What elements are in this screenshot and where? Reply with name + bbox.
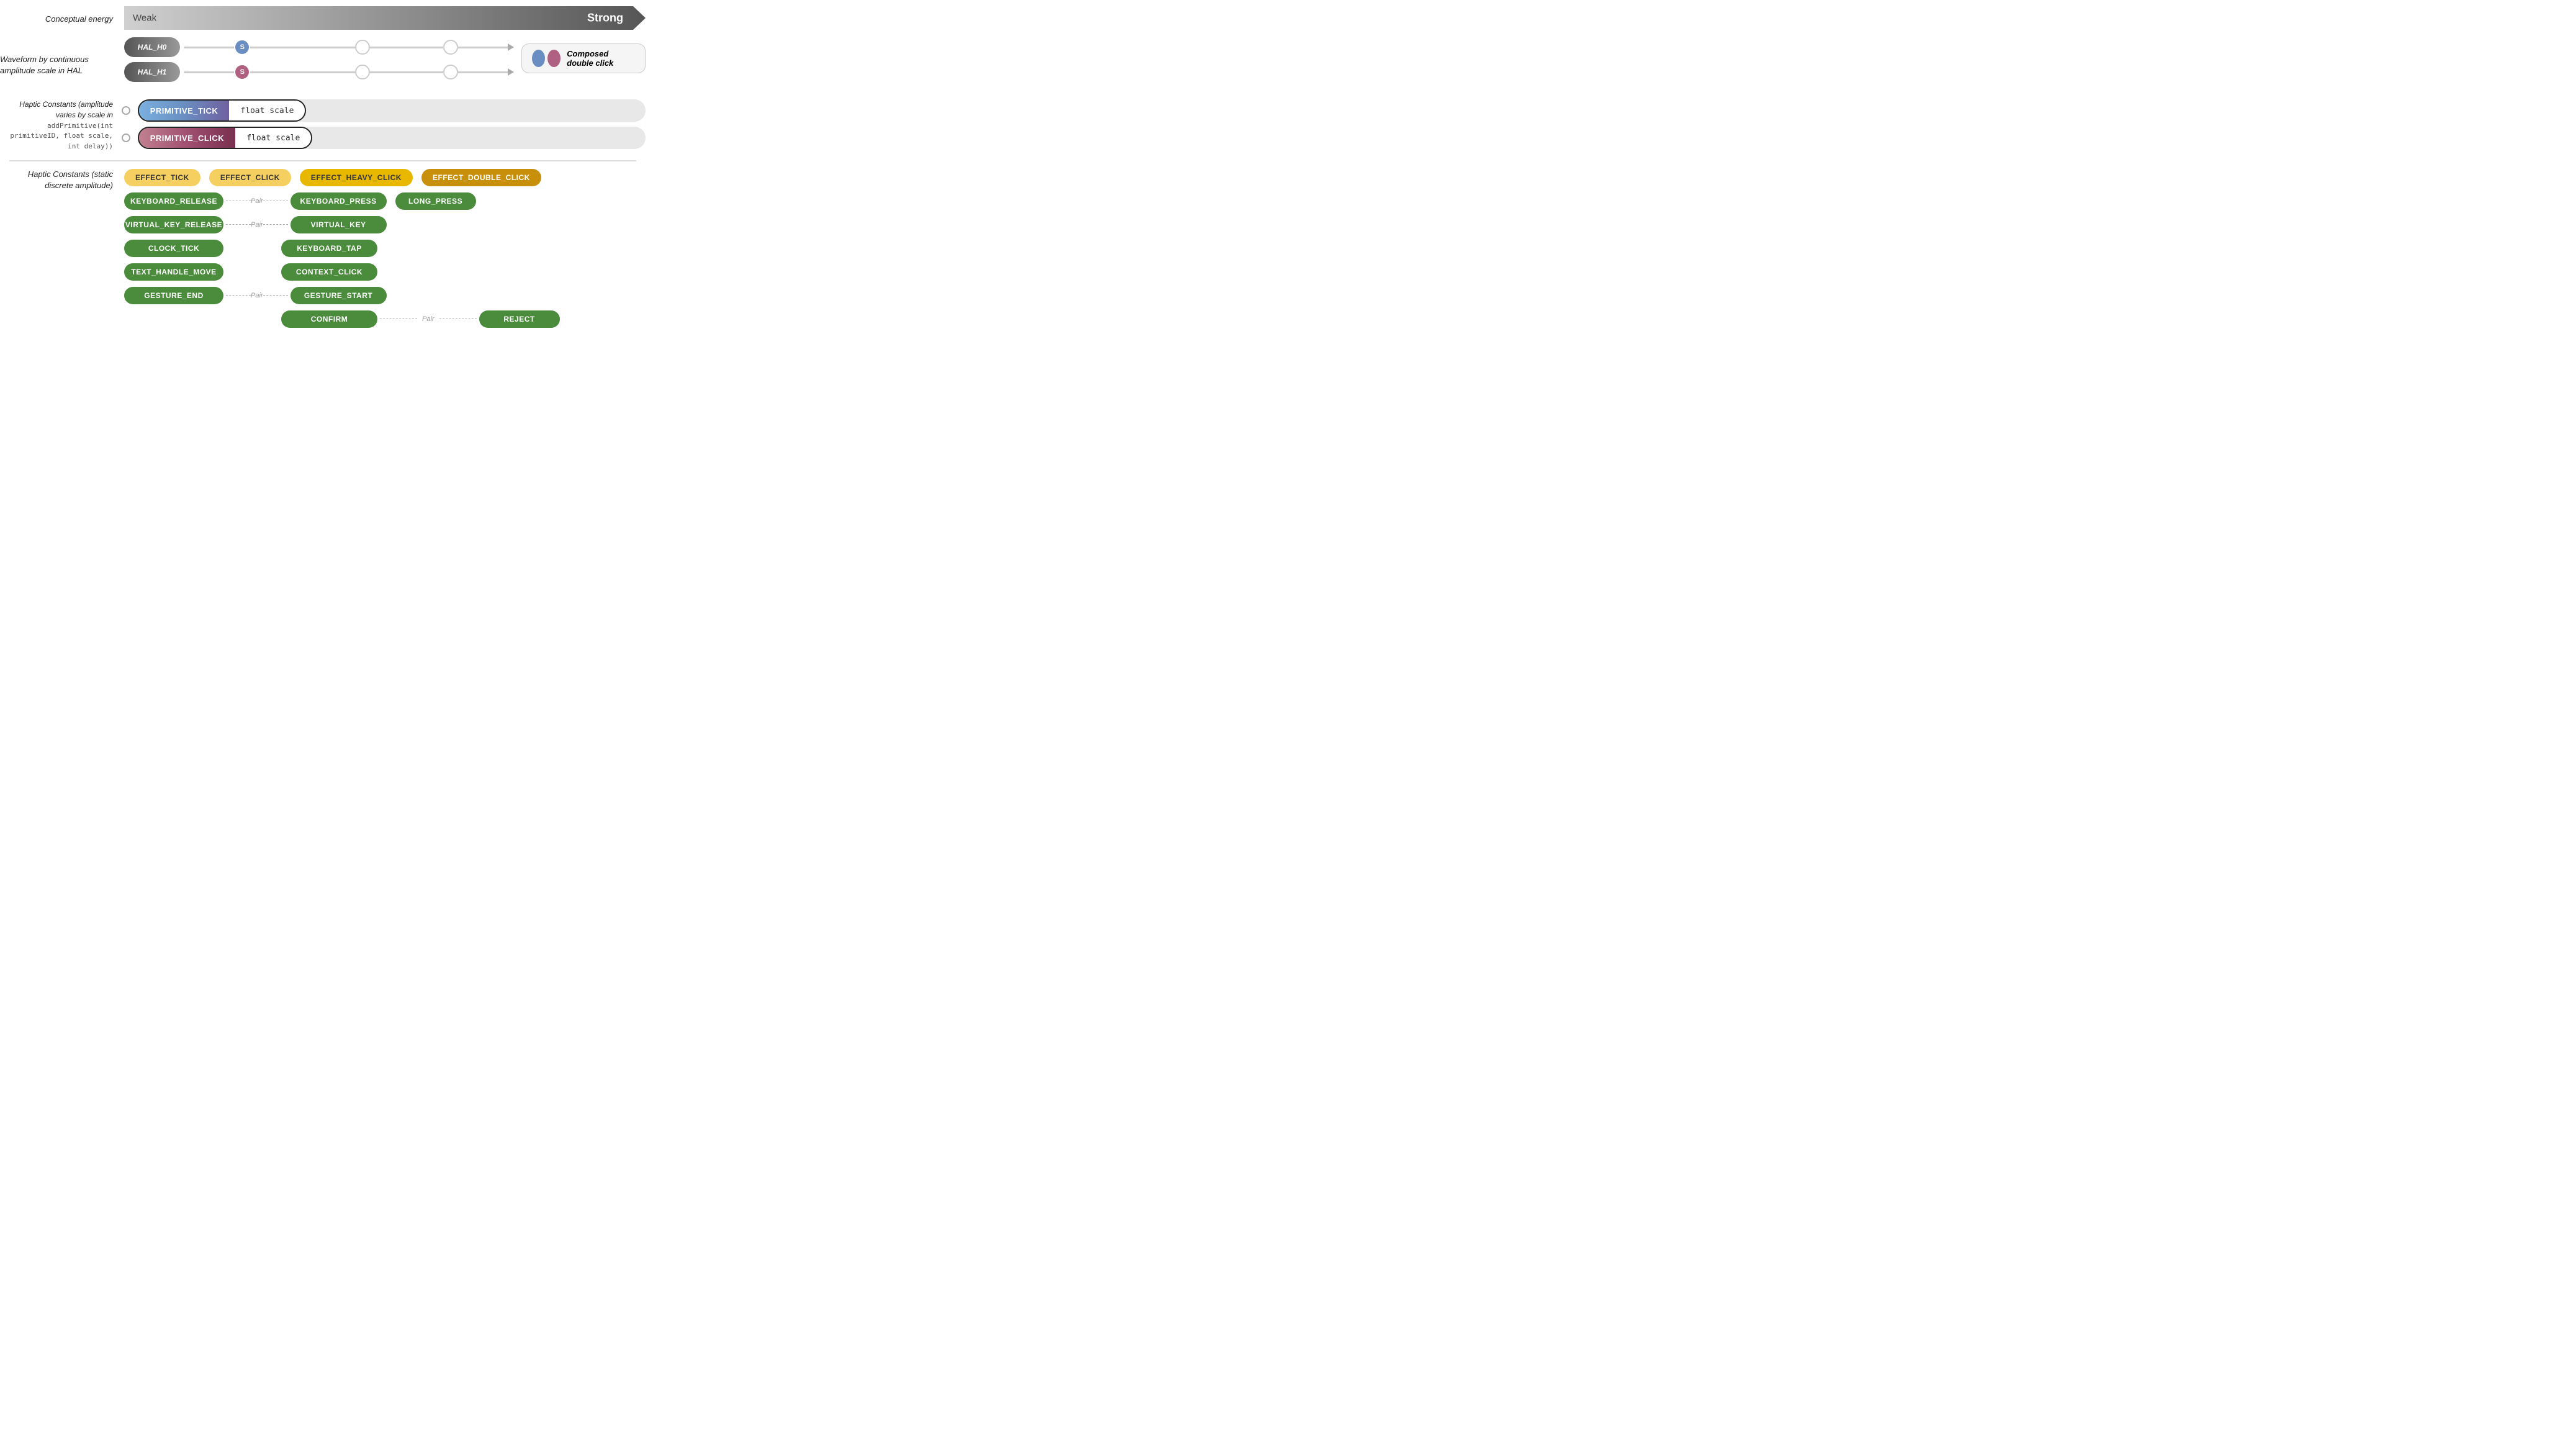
pair4-text: Pair xyxy=(422,315,435,323)
gesture-end-pill[interactable]: GESTURE_END xyxy=(124,287,223,304)
radio-dot-click[interactable] xyxy=(122,133,130,142)
primitive-click-right: float scale xyxy=(235,128,311,148)
row-text-context: TEXT_HANDLE_MOVE CONTEXT_CLICK xyxy=(124,263,646,281)
effects-top-row: EFFECT_TICK EFFECT_CLICK EFFECT_HEAVY_CL… xyxy=(124,169,646,186)
hal-h1-row: HAL_H1 S xyxy=(124,62,509,82)
main-container: Conceptual energy Weak Strong Waveform b… xyxy=(0,0,646,334)
separator xyxy=(9,160,636,161)
energy-section: Conceptual energy Weak Strong xyxy=(0,6,646,31)
hal-h1-pill: HAL_H1 xyxy=(124,62,180,82)
hal-h1-handle[interactable]: S xyxy=(234,64,250,80)
clock-tick-pill[interactable]: CLOCK_TICK xyxy=(124,240,223,257)
hal-h1-circle2[interactable] xyxy=(443,65,458,79)
primitive-tick-left: PRIMITIVE_TICK xyxy=(139,101,230,120)
hal-h0-circle1[interactable] xyxy=(355,40,370,55)
effects-label: Haptic Constants (static discrete amplit… xyxy=(0,169,124,191)
composed-legend-area: Composed double click xyxy=(521,43,646,73)
legend-dot-pink xyxy=(547,50,561,67)
pair3-line2 xyxy=(263,295,288,296)
pair4-connector: Pair xyxy=(380,315,477,323)
pair3-text: Pair xyxy=(251,292,263,299)
pair1-connector: Pair xyxy=(226,197,288,205)
hal-h1-track: S xyxy=(184,71,509,73)
row-gesture: GESTURE_END Pair GESTURE_START xyxy=(124,287,646,304)
hal-h1-slider: S xyxy=(184,62,509,82)
pair3-connector: Pair xyxy=(226,292,288,299)
effect-tick-pill[interactable]: EFFECT_TICK xyxy=(124,169,200,186)
energy-bar-wrap: Weak Strong xyxy=(124,6,646,31)
primitive-click-pill[interactable]: PRIMITIVE_CLICK float scale xyxy=(138,127,313,149)
pair2-connector: Pair xyxy=(226,221,288,228)
hal-h0-pill: HAL_H0 xyxy=(124,37,180,57)
effects-body: KEYBOARD_RELEASE Pair KEYBOARD_PRESS LON… xyxy=(124,192,646,328)
hal-h0-handle[interactable]: S xyxy=(234,39,250,55)
primitive-click-row: PRIMITIVE_CLICK float scale xyxy=(124,127,646,149)
keyboard-tap-pill[interactable]: KEYBOARD_TAP xyxy=(281,240,377,257)
keyboard-press-pill[interactable]: KEYBOARD_PRESS xyxy=(290,192,387,210)
confirm-pill[interactable]: CONFIRM xyxy=(281,310,377,328)
gesture-start-pill[interactable]: GESTURE_START xyxy=(290,287,387,304)
pair2-line xyxy=(226,224,251,225)
hal-h0-track: S xyxy=(184,47,509,48)
effects-section: Haptic Constants (static discrete amplit… xyxy=(0,169,646,328)
composed-legend-text: Composed double click xyxy=(567,49,635,68)
primitive-tick-pill[interactable]: PRIMITIVE_TICK float scale xyxy=(138,99,307,122)
context-click-pill[interactable]: CONTEXT_CLICK xyxy=(281,263,377,281)
energy-weak-label: Weak xyxy=(133,13,156,24)
hal-h1-circle1[interactable] xyxy=(355,65,370,79)
long-press-pill[interactable]: LONG_PRESS xyxy=(395,192,476,210)
radio-dot-tick[interactable] xyxy=(122,106,130,115)
primitive-tick-row: PRIMITIVE_TICK float scale xyxy=(124,99,646,122)
legend-dot-blue xyxy=(532,50,545,67)
effect-double-click-pill[interactable]: EFFECT_DOUBLE_CLICK xyxy=(421,169,541,186)
haptic-cont-rows: PRIMITIVE_TICK float scale PRIMITIVE_CLI… xyxy=(124,99,646,154)
effect-heavy-click-pill[interactable]: EFFECT_HEAVY_CLICK xyxy=(300,169,413,186)
virtual-key-pill[interactable]: VIRTUAL_KEY xyxy=(290,216,387,233)
virtual-key-release-pill[interactable]: VIRTUAL_KEY_RELEASE xyxy=(124,216,223,233)
energy-bar: Weak Strong xyxy=(124,6,646,30)
primitive-click-left: PRIMITIVE_CLICK xyxy=(139,128,235,148)
row-virtual-key: VIRTUAL_KEY_RELEASE Pair VIRTUAL_KEY xyxy=(124,216,646,233)
pair2-line2 xyxy=(263,224,288,225)
text-handle-move-pill[interactable]: TEXT_HANDLE_MOVE xyxy=(124,263,223,281)
effects-grid: EFFECT_TICK EFFECT_CLICK EFFECT_HEAVY_CL… xyxy=(124,169,646,328)
row-keyboard: KEYBOARD_RELEASE Pair KEYBOARD_PRESS LON… xyxy=(124,192,646,210)
hal-h0-row: HAL_H0 S xyxy=(124,37,509,57)
hal-h0-circle2[interactable] xyxy=(443,40,458,55)
energy-strong-label: Strong xyxy=(587,12,623,25)
composed-legend: Composed double click xyxy=(521,43,646,73)
primitive-tick-track: PRIMITIVE_TICK float scale xyxy=(138,99,646,122)
haptic-cont-label: Haptic Constants (amplitude varies by sc… xyxy=(0,99,124,152)
energy-label: Conceptual energy xyxy=(0,14,124,24)
keyboard-release-pill[interactable]: KEYBOARD_RELEASE xyxy=(124,192,223,210)
row-clock-keyboard-tap: CLOCK_TICK KEYBOARD_TAP xyxy=(124,240,646,257)
effect-click-pill[interactable]: EFFECT_CLICK xyxy=(209,169,291,186)
primitive-tick-right: float scale xyxy=(229,101,305,120)
row-confirm-reject: CONFIRM Pair REJECT xyxy=(124,310,646,328)
pair2-text: Pair xyxy=(251,221,263,228)
haptic-cont-section: Haptic Constants (amplitude varies by sc… xyxy=(0,99,646,154)
pair3-line xyxy=(226,295,251,296)
long-press-area: LONG_PRESS xyxy=(395,192,476,210)
hal-h0-slider: S xyxy=(184,37,509,57)
waveform-label: Waveform by continuous amplitude scale i… xyxy=(0,37,124,93)
primitive-click-track: PRIMITIVE_CLICK float scale xyxy=(138,127,646,149)
pair1-text: Pair xyxy=(251,197,263,205)
reject-pill[interactable]: REJECT xyxy=(479,310,560,328)
